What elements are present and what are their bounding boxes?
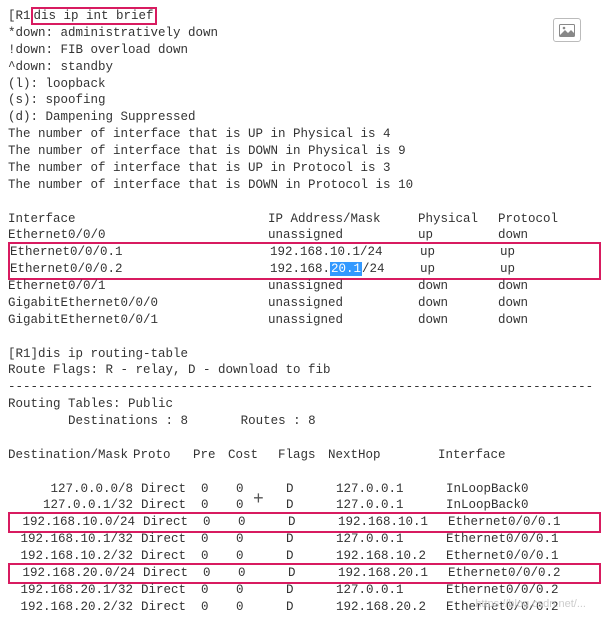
route-row: 192.168.10.0/24Direct00D192.168.10.1Ethe… bbox=[10, 514, 599, 531]
interface-row: Ethernet0/0/0unassignedupdown bbox=[8, 227, 601, 244]
divider: ----------------------------------------… bbox=[8, 379, 601, 396]
interface-row: Ethernet0/0/0.1192.168.10.1/24upup bbox=[10, 244, 599, 261]
route-row: 192.168.10.1/32Direct00D127.0.0.1Etherne… bbox=[8, 531, 601, 548]
interface-row: GigabitEthernet0/0/0unassigneddowndown bbox=[8, 295, 601, 312]
legend-line: *down: administratively down bbox=[8, 25, 601, 42]
interface-table: InterfaceIP Address/MaskPhysicalProtocol… bbox=[8, 211, 601, 329]
interface-row: Ethernet0/0/1unassigneddowndown bbox=[8, 278, 601, 295]
col-cost: Cost bbox=[228, 447, 278, 464]
selection: 20.1 bbox=[330, 262, 362, 276]
summary-line: The number of interface that is UP in Pr… bbox=[8, 160, 601, 177]
route-row: 127.0.0.0/8Direct00D127.0.0.1InLoopBack0 bbox=[8, 481, 601, 498]
legend-block: *down: administratively down!down: FIB o… bbox=[8, 25, 601, 126]
highlight-box: Ethernet0/0/0.1192.168.10.1/24upupEthern… bbox=[8, 242, 601, 280]
if-header-row: InterfaceIP Address/MaskPhysicalProtocol bbox=[8, 211, 601, 228]
summary-line: The number of interface that is DOWN in … bbox=[8, 177, 601, 194]
command-highlight: dis ip int brief bbox=[31, 7, 157, 25]
watermark: https://blog.csdn.net/... bbox=[475, 597, 586, 612]
routes-count: Routes : 8 bbox=[241, 414, 316, 428]
summary-block: The number of interface that is UP in Ph… bbox=[8, 126, 601, 194]
rt-header-row: Destination/MaskProtoPreCostFlagsNextHop… bbox=[8, 447, 601, 464]
col-interface: Interface bbox=[8, 211, 268, 228]
summary-line: The number of interface that is DOWN in … bbox=[8, 143, 601, 160]
col-dest: Destination/Mask bbox=[8, 447, 133, 464]
col-proto: Proto bbox=[133, 447, 193, 464]
legend-line: (l): loopback bbox=[8, 76, 601, 93]
route-flags-legend: Route Flags: R - relay, D - download to … bbox=[8, 362, 601, 379]
routing-command: dis ip routing-table bbox=[38, 347, 188, 361]
col-ip: IP Address/Mask bbox=[268, 211, 418, 228]
summary-line: The number of interface that is UP in Ph… bbox=[8, 126, 601, 143]
routing-counts: Destinations : 8 Routes : 8 bbox=[8, 413, 601, 430]
col-nexthop: NextHop bbox=[328, 447, 438, 464]
routing-table: Destination/MaskProtoPreCostFlagsNextHop… bbox=[8, 447, 601, 616]
highlight-box: 192.168.10.0/24Direct00D192.168.10.1Ethe… bbox=[8, 512, 601, 533]
routing-command-line: [R1]dis ip routing-table bbox=[8, 346, 601, 363]
route-row: 127.0.0.1/32Direct00D127.0.0.1InLoopBack… bbox=[8, 497, 601, 514]
route-row: 192.168.20.0/24Direct00D192.168.20.1Ethe… bbox=[10, 565, 599, 582]
interface-row: GigabitEthernet0/0/1unassigneddowndown bbox=[8, 312, 601, 329]
col-flags: Flags bbox=[278, 447, 328, 464]
interface-row: Ethernet0/0/0.2192.168.20.1/24upup bbox=[10, 261, 599, 278]
legend-line: ^down: standby bbox=[8, 59, 601, 76]
legend-line: (s): spoofing bbox=[8, 92, 601, 109]
prompt: [R1 bbox=[8, 9, 31, 23]
dest-count: Destinations : 8 bbox=[68, 414, 188, 428]
col-interface: Interface bbox=[438, 447, 506, 464]
col-protocol: Protocol bbox=[498, 211, 558, 228]
routing-public: Routing Tables: Public bbox=[8, 396, 601, 413]
highlight-box: 192.168.20.0/24Direct00D192.168.20.1Ethe… bbox=[8, 563, 601, 584]
image-placeholder-icon bbox=[553, 18, 581, 42]
legend-line: (d): Dampening Suppressed bbox=[8, 109, 601, 126]
legend-line: !down: FIB overload down bbox=[8, 42, 601, 59]
col-pre: Pre bbox=[193, 447, 228, 464]
col-physical: Physical bbox=[418, 211, 498, 228]
command-line: [R1dis ip int brief bbox=[8, 8, 601, 25]
prompt: [R1] bbox=[8, 347, 38, 361]
terminal-output: { "prompt": "[R1", "command": "dis ip in… bbox=[8, 8, 601, 616]
